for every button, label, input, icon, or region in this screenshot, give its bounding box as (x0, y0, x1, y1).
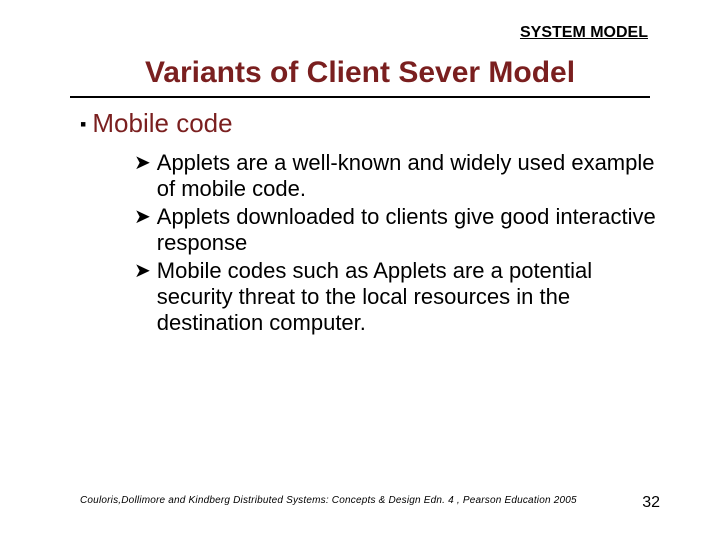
bullet-list: ➤ Applets are a well-known and widely us… (134, 150, 660, 336)
arrow-bullet-icon: ➤ (134, 258, 151, 284)
arrow-bullet-icon: ➤ (134, 150, 151, 176)
page-number: 32 (642, 494, 660, 512)
list-item-text: Applets downloaded to clients give good … (157, 204, 660, 256)
list-item: ➤ Applets downloaded to clients give goo… (134, 204, 660, 256)
list-item-text: Applets are a well-known and widely used… (157, 150, 660, 202)
arrow-bullet-icon: ➤ (134, 204, 151, 230)
section-heading-text: Mobile code (92, 108, 232, 139)
list-item: ➤ Applets are a well-known and widely us… (134, 150, 660, 202)
square-bullet-icon: ▪ (80, 108, 86, 140)
title-rule (70, 96, 650, 98)
content-section: ▪ Mobile code ➤ Applets are a well-known… (80, 108, 660, 338)
footer-reference: Couloris,Dollimore and Kindberg Distribu… (80, 495, 577, 506)
slide-title: Variants of Client Sever Model (0, 56, 720, 90)
list-item: ➤ Mobile codes such as Applets are a pot… (134, 258, 660, 336)
list-item-text: Mobile codes such as Applets are a poten… (157, 258, 660, 336)
section-heading: ▪ Mobile code (80, 108, 660, 140)
header-label: SYSTEM MODEL (520, 24, 648, 42)
